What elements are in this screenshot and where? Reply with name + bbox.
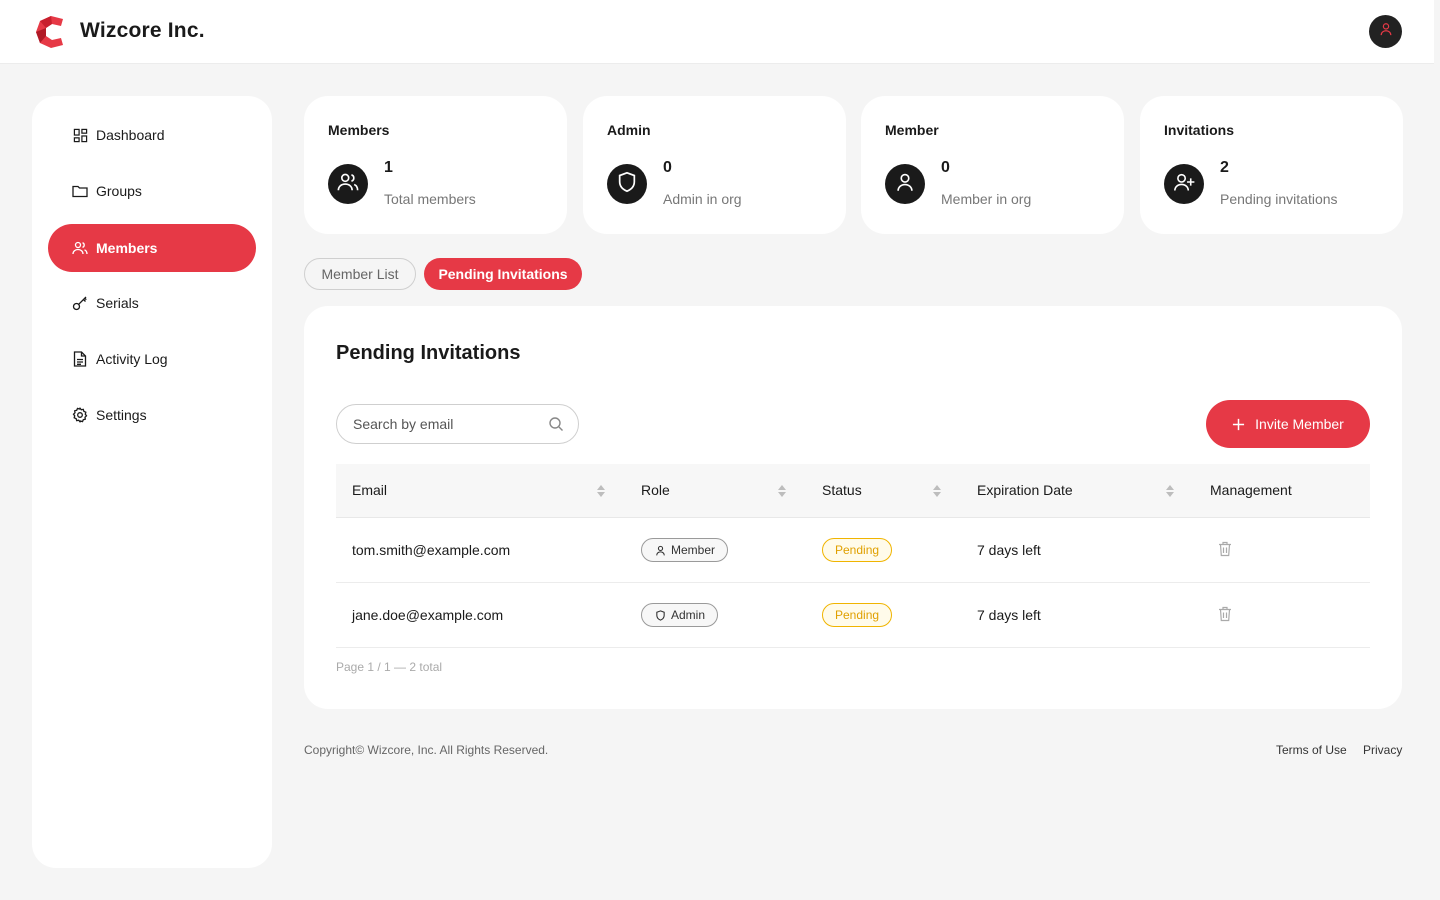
stat-icon-circle (1164, 164, 1204, 204)
search-box[interactable] (336, 404, 579, 444)
sort-icon[interactable] (777, 484, 787, 498)
document-icon (72, 351, 88, 367)
top-bar: Wizcore Inc. (0, 0, 1434, 64)
stat-title: Members (328, 122, 390, 138)
user-avatar[interactable] (1369, 15, 1402, 48)
shield-icon (617, 171, 637, 198)
stat-icon-circle (885, 164, 925, 204)
sort-icon[interactable] (596, 484, 606, 498)
copyright-text: Copyright© Wizcore, Inc. All Rights Rese… (304, 743, 549, 757)
stat-icon-circle (607, 164, 647, 204)
stat-title: Invitations (1164, 122, 1235, 138)
trash-icon[interactable] (1218, 541, 1234, 559)
folder-icon (72, 183, 88, 199)
sidebar-item-dashboard[interactable]: Dashboard (48, 111, 256, 159)
user-icon (895, 172, 915, 197)
user-icon (655, 545, 666, 556)
role-badge: Member (641, 538, 729, 562)
email-cell: jane.doe@example.com (352, 607, 504, 623)
stat-description: Admin in org (663, 191, 742, 207)
stat-title: Member (885, 122, 939, 138)
user-plus-icon (1173, 172, 1195, 197)
stat-icon-circle (328, 164, 368, 204)
sort-icon[interactable] (1165, 484, 1175, 498)
search-input[interactable] (353, 414, 543, 434)
terms-of-use-link[interactable]: Terms of Use (1276, 743, 1347, 757)
sidebar-item-label: Dashboard (96, 127, 165, 143)
shield-icon (655, 609, 666, 621)
key-icon (72, 295, 88, 311)
search-icon[interactable] (548, 416, 564, 432)
stat-card-member: Member 0 Member in org (861, 96, 1124, 234)
column-header-status[interactable]: Status (822, 482, 862, 498)
tab-pending-invitations[interactable]: Pending Invitations (424, 258, 582, 290)
stat-description: Total members (384, 191, 476, 207)
stat-description: Member in org (941, 191, 1032, 207)
stat-value: 0 (663, 159, 672, 176)
invite-member-label: Invite Member (1255, 416, 1344, 432)
column-header-management: Management (1210, 482, 1292, 498)
invite-member-button[interactable]: Invite Member (1206, 400, 1370, 448)
stat-value: 0 (941, 159, 950, 176)
email-cell: tom.smith@example.com (352, 542, 511, 558)
stat-value: 1 (384, 159, 393, 176)
stat-title: Admin (607, 122, 651, 138)
sidebar-item-label: Settings (96, 407, 147, 423)
status-badge: Pending (822, 538, 893, 562)
grid-icon (72, 127, 88, 143)
sidebar-item-label: Groups (96, 183, 142, 199)
tab-member-list[interactable]: Member List (304, 258, 416, 290)
sidebar-item-members[interactable]: Members (48, 224, 256, 272)
brand-name: Wizcore Inc. (80, 19, 205, 42)
users-icon (72, 240, 88, 256)
wizcore-logo-icon[interactable] (34, 15, 64, 49)
column-header-role[interactable]: Role (641, 482, 670, 498)
sidebar-item-label: Activity Log (96, 351, 168, 367)
stat-description: Pending invitations (1220, 191, 1338, 207)
sort-icon[interactable] (932, 484, 942, 498)
user-icon (1379, 22, 1393, 41)
role-badge: Admin (641, 603, 719, 627)
sidebar-item-serials[interactable]: Serials (48, 279, 256, 327)
pagination-info: Page 1 / 1 — 2 total (336, 660, 443, 674)
sidebar-item-label: Serials (96, 295, 139, 311)
sidebar-item-settings[interactable]: Settings (48, 391, 256, 439)
column-header-email[interactable]: Email (352, 482, 387, 498)
privacy-link[interactable]: Privacy (1363, 743, 1402, 757)
sidebar: Dashboard Groups Members Serials Activit… (32, 96, 272, 868)
pending-invitations-panel: Pending Invitations Invite Member Email … (304, 306, 1402, 709)
panel-title: Pending Invitations (336, 342, 521, 364)
sidebar-item-label: Members (96, 240, 158, 256)
stat-card-members: Members 1 Total members (304, 96, 567, 234)
sidebar-item-groups[interactable]: Groups (48, 167, 256, 215)
stat-value: 2 (1220, 159, 1229, 176)
expiration-cell: 7 days left (977, 607, 1041, 623)
column-header-expiration-date[interactable]: Expiration Date (977, 482, 1073, 498)
expiration-cell: 7 days left (977, 542, 1041, 558)
gear-icon (72, 407, 88, 423)
sidebar-item-activity-log[interactable]: Activity Log (48, 335, 256, 383)
role-label: Admin (671, 608, 706, 622)
stat-card-invitations: Invitations 2 Pending invitations (1140, 96, 1403, 234)
table-header: Email Role Status Expiration Date Manage… (336, 464, 1370, 518)
table-row: tom.smith@example.com Member Pending 7 d… (336, 518, 1370, 583)
stat-card-admin: Admin 0 Admin in org (583, 96, 846, 234)
users-icon (337, 171, 359, 198)
table-row: jane.doe@example.com Admin Pending 7 day… (336, 583, 1370, 648)
plus-icon (1232, 418, 1245, 431)
role-label: Member (671, 543, 716, 557)
trash-icon[interactable] (1218, 606, 1234, 624)
status-badge: Pending (822, 603, 893, 627)
